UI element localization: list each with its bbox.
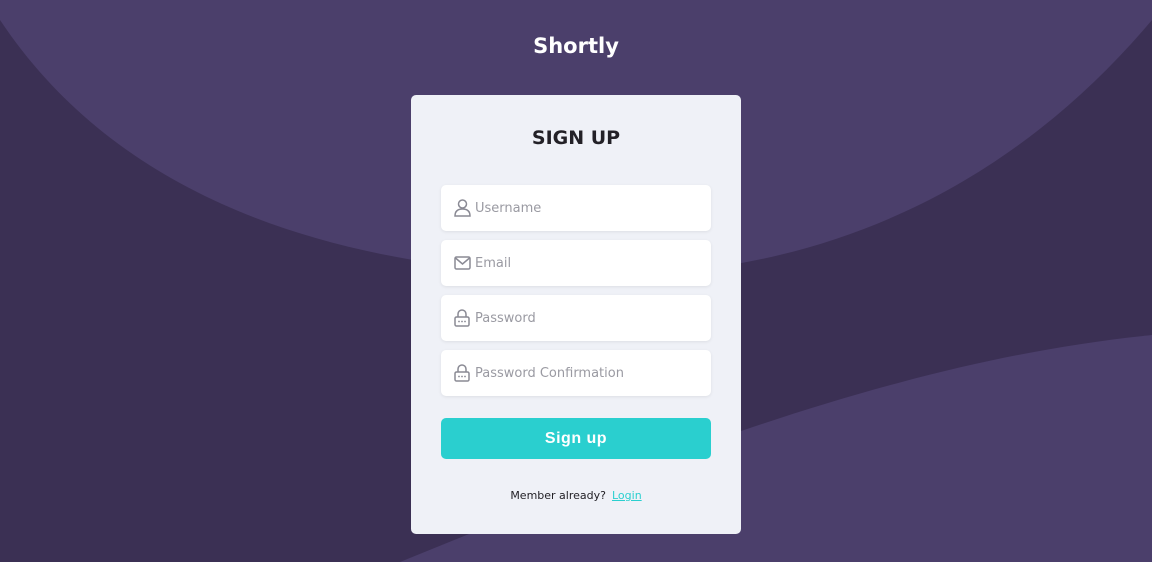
username-input[interactable] (475, 193, 695, 223)
email-field[interactable] (441, 240, 711, 286)
form-title: SIGN UP (531, 127, 621, 149)
signup-card: SIGN UP Username Email Sign up Member al… (411, 95, 741, 534)
username-field[interactable] (441, 185, 711, 231)
sign-up-button[interactable]: Sign up (441, 418, 711, 459)
password-confirmation-field[interactable] (441, 350, 711, 396)
login-prompt: Member already? Login (411, 489, 741, 502)
user-icon (453, 199, 471, 217)
envelope-icon (453, 254, 471, 272)
login-link[interactable]: Login (612, 489, 642, 502)
signup-page: Shortly SIGN UP Username Email Sign up M… (0, 0, 1152, 562)
lock-icon (453, 309, 471, 327)
password-field[interactable] (441, 295, 711, 341)
email-input[interactable] (475, 248, 695, 278)
lock-icon (453, 364, 471, 382)
password-confirmation-input[interactable] (475, 358, 695, 388)
brand-logo[interactable]: Shortly (0, 34, 1152, 58)
password-input[interactable] (475, 303, 695, 333)
member-already-text: Member already? (510, 489, 606, 502)
